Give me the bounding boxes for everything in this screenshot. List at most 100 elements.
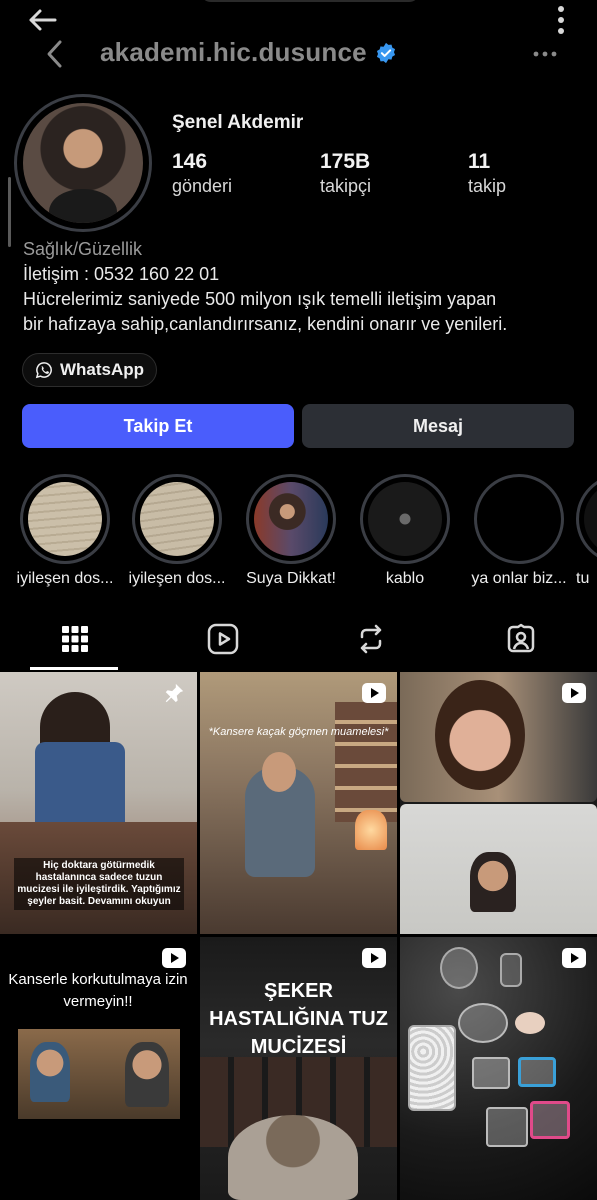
post-dish [515, 1012, 545, 1034]
stat-following-value: 11 [468, 150, 491, 173]
username-text: akademi.hic.dusunce [100, 37, 367, 67]
stat-followers-value: 175B [320, 150, 371, 173]
post-container [518, 1057, 556, 1087]
overlay-pill [200, 0, 420, 2]
post-caption: *Kansere kaçak göçmen muamelesi* [208, 726, 389, 738]
highlight-thumbnail [482, 482, 556, 556]
grid-icon [62, 626, 88, 652]
post-figure [435, 680, 525, 790]
tagged-icon [507, 623, 535, 653]
profile-actions: Takip Et Mesaj [22, 404, 574, 448]
post-salt-pot [228, 1115, 358, 1200]
highlight-ring [246, 474, 336, 564]
profile-category: Sağlık/Güzellik [23, 239, 143, 259]
post-figure [125, 1042, 169, 1107]
post-figure [30, 1042, 70, 1102]
post-container [408, 1025, 456, 1111]
post-thumbnail[interactable]: Hiç doktara götürmedik hastalanınca sade… [0, 672, 197, 934]
highlight-item[interactable]: iyileşen dos... [120, 474, 234, 588]
profile-avatar-ring[interactable] [14, 94, 152, 232]
post-caption: Kanserle korkutulmaya izin vermeyin!! [8, 971, 188, 1010]
profile-tabs [0, 608, 597, 670]
message-button[interactable]: Mesaj [302, 404, 574, 448]
post-bookshelf [335, 702, 397, 822]
highlight-item[interactable]: tu [576, 474, 597, 588]
bio-line: bir hafızaya sahip,canlandırırsanız, ken… [23, 314, 508, 334]
highlight-label: kablo [385, 570, 425, 587]
highlight-thumbnail [368, 482, 442, 556]
highlight-item[interactable]: kablo [348, 474, 462, 588]
post-thumbnail[interactable] [400, 937, 597, 1200]
highlight-ring [576, 474, 597, 564]
stat-followers-label: takipçi [320, 176, 372, 196]
horizontal-dots-icon [533, 51, 557, 57]
highlight-label: Suya Dikkat! [246, 570, 336, 587]
post-figure [470, 852, 516, 912]
highlight-item[interactable]: iyileşen dos... [8, 474, 122, 588]
tab-tagged[interactable] [446, 608, 596, 670]
post-salt-lamp [355, 810, 387, 850]
stat-posts-value: 146 [172, 150, 208, 173]
reel-icon [562, 683, 586, 703]
scroll-indicator [8, 177, 11, 247]
whatsapp-icon [35, 362, 52, 379]
highlight-item[interactable]: Suya Dikkat! [234, 474, 348, 588]
back-button[interactable] [36, 36, 72, 72]
whatsapp-chip[interactable]: WhatsApp [22, 353, 158, 387]
more-options-button[interactable] [529, 40, 561, 68]
highlight-item[interactable]: ya onlar biz... [462, 474, 576, 588]
highlight-label: ya onlar biz... [471, 570, 567, 587]
bio-line-contact: İletişim : 0532 160 22 01 [23, 264, 220, 284]
highlight-thumbnail [254, 482, 328, 556]
display-name: Şenel Akdemir [172, 112, 304, 133]
profile-bio: Sağlık/Güzellik İletişim : 0532 160 22 0… [23, 237, 583, 337]
stat-followers[interactable]: 175B takipçi [320, 150, 468, 197]
whatsapp-label: WhatsApp [60, 360, 145, 379]
highlight-thumbnail [584, 482, 597, 556]
tab-reels[interactable] [148, 608, 298, 670]
highlight-ring [474, 474, 564, 564]
highlight-label: iyileşen dos... [16, 570, 114, 587]
profile-header: akademi.hic.dusunce [0, 28, 597, 80]
post-thumbnail[interactable] [400, 672, 597, 934]
highlight-thumbnail [28, 482, 102, 556]
chevron-left-icon [47, 40, 62, 68]
post-caption: ŞEKER HASTALIĞINA TUZ MUCİZESİ [209, 980, 388, 1058]
stat-posts[interactable]: 146 gönderi [172, 150, 320, 197]
post-figure [262, 752, 296, 792]
pin-icon [165, 683, 184, 703]
profile-username: akademi.hic.dusunce [100, 37, 397, 68]
bio-line: Hücrelerimiz saniyede 500 milyon ışık te… [23, 289, 497, 309]
reposts-icon [360, 624, 382, 654]
reel-icon [362, 683, 386, 703]
post-bowl [458, 1003, 508, 1043]
reel-icon [362, 948, 386, 968]
highlight-label: tu [576, 570, 590, 587]
post-glass [500, 953, 522, 987]
active-tab-indicator [30, 667, 118, 670]
profile-stats: 146 gönderi 175B takipçi 11 takip [172, 150, 597, 197]
reel-icon [162, 948, 186, 968]
verified-badge-icon [376, 42, 395, 63]
post-thumbnail[interactable]: Kanserle korkutulmaya izin vermeyin!! [0, 937, 197, 1200]
stat-posts-label: gönderi [172, 176, 233, 196]
avatar [23, 103, 143, 223]
highlight-label: iyileşen dos... [128, 570, 226, 587]
highlight-ring [132, 474, 222, 564]
tab-posts[interactable] [0, 608, 150, 670]
post-caption: Hiç doktara götürmedik hastalanınca sade… [14, 858, 184, 910]
post-figure [35, 742, 125, 832]
posts-grid: Hiç doktara götürmedik hastalanınca sade… [0, 672, 597, 1200]
post-thumbnail[interactable]: ŞEKER HASTALIĞINA TUZ MUCİZESİ [200, 937, 397, 1200]
stat-following-label: takip [468, 176, 507, 196]
highlight-ring [20, 474, 110, 564]
tab-reposts[interactable] [296, 608, 446, 670]
reels-icon [207, 623, 239, 655]
post-jar [440, 947, 478, 989]
highlight-ring [360, 474, 450, 564]
story-highlights: iyileşen dos... iyileşen dos... Suya Dik… [0, 474, 597, 594]
stat-following[interactable]: 11 takip [468, 150, 597, 197]
post-thumbnail[interactable]: *Kansere kaçak göçmen muamelesi* [200, 672, 397, 934]
follow-button[interactable]: Takip Et [22, 404, 294, 448]
post-container [486, 1107, 528, 1147]
